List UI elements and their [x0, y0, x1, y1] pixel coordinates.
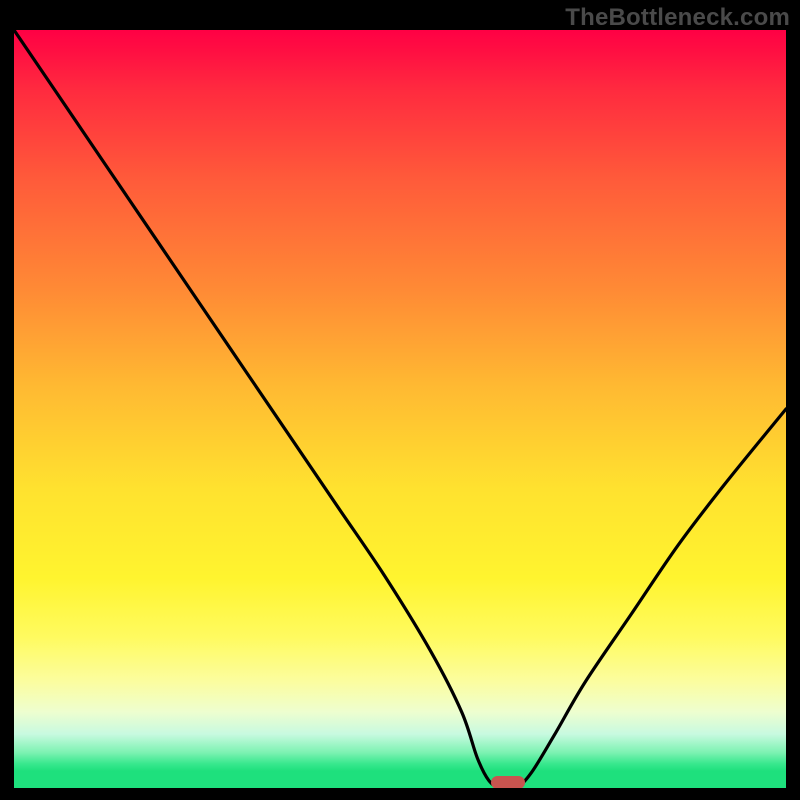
- watermark-text: TheBottleneck.com: [565, 4, 790, 32]
- chart-frame: TheBottleneck.com: [0, 0, 800, 800]
- curve-path: [14, 30, 786, 788]
- optimal-marker: [491, 776, 525, 788]
- bottleneck-curve: [14, 30, 786, 788]
- plot-area: [14, 30, 786, 788]
